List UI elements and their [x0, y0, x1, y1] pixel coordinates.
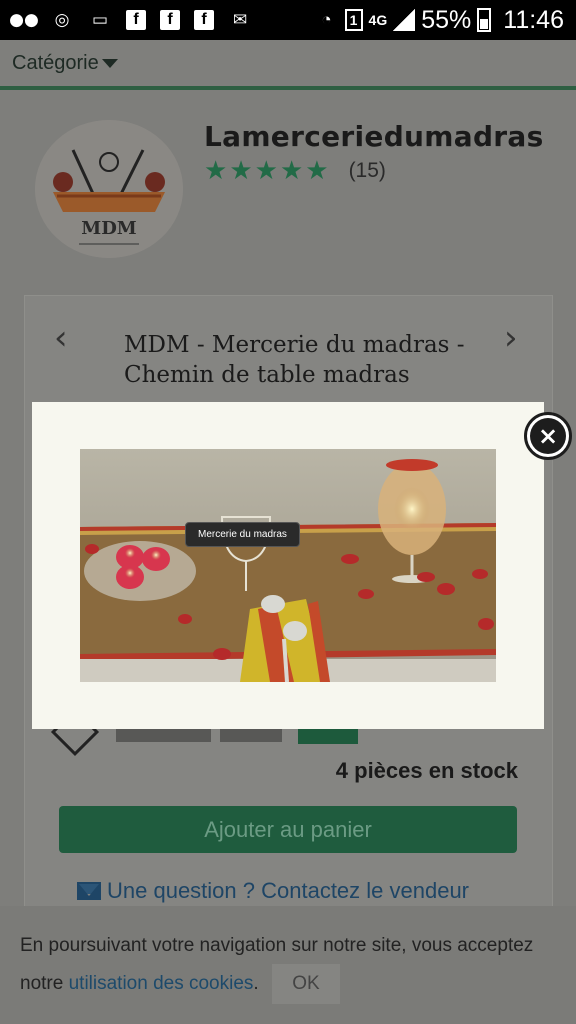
- clock: 11:46: [503, 5, 564, 34]
- product-photo: [80, 449, 496, 682]
- cookie-ok-button[interactable]: OK: [271, 964, 340, 1004]
- contact-seller-link[interactable]: Une question ? Contactez le vendeur: [77, 878, 469, 904]
- category-dropdown[interactable]: Catégorie: [12, 52, 118, 75]
- sim-slot: 1: [344, 9, 363, 31]
- shop-logo-art: MDM: [35, 120, 183, 258]
- product-title: MDM - Mercerie du madras - Chemin de tab…: [124, 332, 465, 388]
- network-type: 4G: [368, 12, 388, 28]
- voicemail-icon: ▭: [91, 10, 109, 30]
- battery-percent: 55%: [421, 5, 472, 34]
- caret-down-icon: [101, 58, 118, 68]
- cookie-banner: En poursuivant votre navigation sur notr…: [0, 906, 576, 1024]
- star-icon: ★: [254, 156, 278, 186]
- stock-count: 4 pièces en stock: [335, 758, 518, 783]
- image-lightbox: Mercerie du madras: [32, 402, 544, 729]
- sync-icon: ◎: [54, 10, 70, 30]
- category-label: Catégorie: [12, 51, 99, 74]
- image-caption-tooltip: Mercerie du madras: [185, 522, 300, 547]
- shop-name[interactable]: Lamerceriedumadras: [204, 120, 544, 153]
- svg-text:MDM: MDM: [81, 218, 137, 239]
- star-icon: ★: [305, 156, 329, 186]
- facebook-icon: f: [194, 10, 214, 30]
- cookie-policy-link[interactable]: utilisation des cookies: [69, 973, 254, 994]
- star-icon: ★: [279, 156, 304, 186]
- product-image[interactable]: [80, 449, 496, 682]
- signal-icon: [393, 9, 416, 31]
- facebook-icon: f: [160, 10, 180, 30]
- top-nav: Catégorie: [0, 40, 576, 90]
- star-icon: ★: [204, 156, 228, 186]
- add-to-cart-button[interactable]: Ajouter au panier: [59, 806, 517, 853]
- mail-icon: [77, 882, 101, 900]
- close-icon: ×: [530, 418, 566, 454]
- rating-count[interactable]: (15): [349, 159, 386, 183]
- star-icon: ★: [229, 156, 253, 186]
- battery-icon: [477, 8, 492, 32]
- shop-logo[interactable]: MDM: [35, 120, 183, 258]
- chevron-right-icon[interactable]: ›: [504, 318, 518, 358]
- chevron-left-icon[interactable]: ‹: [54, 318, 68, 358]
- cookie-text-end: .: [253, 973, 259, 995]
- status-bar: ●● ◎ ▭ f f f ✉ ◔ 1 4G 55% 11:46: [0, 0, 576, 40]
- wifi-icon: ◔: [321, 10, 332, 29]
- mail-icon: ✉: [232, 10, 248, 30]
- close-modal-button[interactable]: ×: [524, 412, 572, 460]
- contact-seller-label: Une question ? Contactez le vendeur: [107, 878, 470, 903]
- shop-rating: ★ ★ ★ ★ ★ (15): [204, 156, 386, 186]
- facebook-icon: f: [126, 10, 146, 30]
- messaging-icon: ●●: [9, 10, 39, 30]
